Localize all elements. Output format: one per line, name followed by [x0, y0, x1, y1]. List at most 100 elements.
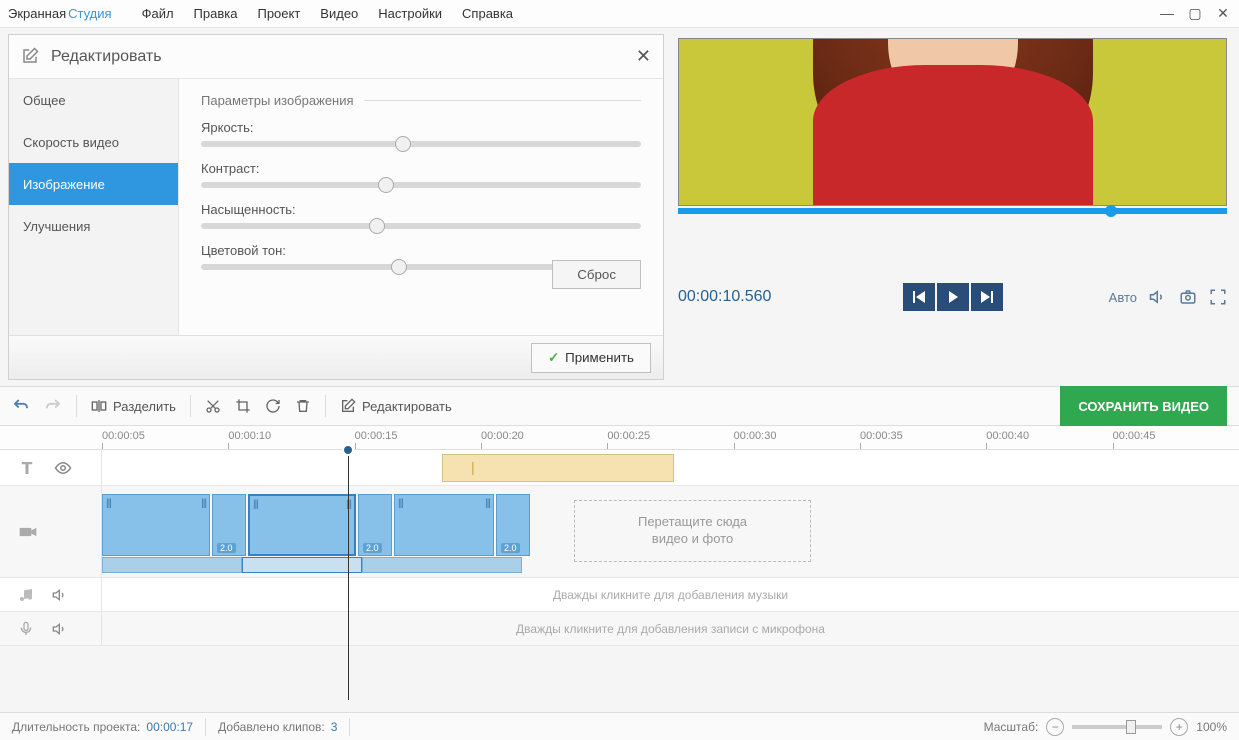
clips-value: 3	[331, 720, 338, 734]
zoom-value: 100%	[1196, 720, 1227, 734]
slider-contrast: Контраст:	[201, 161, 641, 188]
camera-icon[interactable]	[18, 522, 38, 542]
track-text-head	[0, 450, 102, 485]
edit-button[interactable]: Редактировать	[340, 398, 452, 414]
prev-button[interactable]	[903, 283, 935, 311]
cut-button[interactable]	[205, 398, 221, 414]
tab-image[interactable]: Изображение	[9, 163, 178, 205]
ruler-tick: 00:00:05	[102, 430, 145, 442]
clip-handle-r[interactable]: |||	[346, 499, 351, 510]
speaker-icon[interactable]	[52, 621, 68, 637]
track-text-body[interactable]	[102, 450, 1239, 485]
brightness-thumb[interactable]	[395, 136, 411, 152]
zoom-out-button[interactable]: −	[1046, 718, 1064, 736]
audio-under-1[interactable]	[102, 557, 242, 573]
edit-panel-header: Редактировать ✕	[9, 35, 663, 79]
edit-label: Редактировать	[362, 399, 452, 414]
divider	[325, 395, 326, 417]
delete-button[interactable]	[295, 398, 311, 414]
tab-enhance[interactable]: Улучшения	[9, 205, 178, 247]
transition-3[interactable]: 2.0	[496, 494, 530, 556]
track-video-body[interactable]: ||| ||| 2.0 ||| ||| 2.0 ||| ||| 2.0	[102, 486, 1239, 577]
saturation-track[interactable]	[201, 223, 641, 229]
zoom-slider[interactable]	[1072, 725, 1162, 729]
zoom-thumb[interactable]	[1126, 720, 1136, 734]
edit-icon	[21, 47, 41, 67]
next-button[interactable]	[971, 283, 1003, 311]
save-video-button[interactable]: СОХРАНИТЬ ВИДЕО	[1060, 386, 1227, 426]
menu-video[interactable]: Видео	[320, 6, 358, 21]
minimize-icon[interactable]: —	[1159, 5, 1175, 22]
rotate-button[interactable]	[265, 398, 281, 414]
hue-thumb[interactable]	[391, 259, 407, 275]
track-video-head	[0, 486, 102, 577]
music-icon[interactable]	[18, 587, 34, 603]
reset-button[interactable]: Сброс	[552, 260, 641, 289]
volume-icon[interactable]	[1149, 288, 1167, 306]
menu-help[interactable]: Справка	[462, 6, 513, 21]
clip-handle-l[interactable]: |||	[253, 499, 258, 510]
split-button[interactable]: Разделить	[91, 398, 176, 414]
ruler-tick: 00:00:20	[481, 430, 524, 442]
tab-general[interactable]: Общее	[9, 79, 178, 121]
audio-under-2[interactable]	[242, 557, 362, 573]
fullscreen-icon[interactable]	[1209, 288, 1227, 306]
clip-handle-l[interactable]: |||	[398, 498, 403, 509]
text-clip[interactable]	[442, 454, 674, 482]
snapshot-icon[interactable]	[1179, 288, 1197, 306]
saturation-label: Насыщенность:	[201, 202, 641, 217]
zoom-in-button[interactable]: +	[1170, 718, 1188, 736]
video-clip-2[interactable]: ||| |||	[248, 494, 356, 556]
image-params-title: Параметры изображения	[201, 93, 641, 108]
speaker-icon[interactable]	[52, 587, 68, 603]
brightness-track[interactable]	[201, 141, 641, 147]
maximize-icon[interactable]: ▢	[1187, 5, 1203, 22]
menu-file[interactable]: Файл	[142, 6, 174, 21]
menu-edit[interactable]: Правка	[194, 6, 238, 21]
menu-settings[interactable]: Настройки	[378, 6, 442, 21]
clip-handle-r[interactable]: |||	[485, 498, 490, 509]
menu-project[interactable]: Проект	[257, 6, 300, 21]
contrast-track[interactable]	[201, 182, 641, 188]
audio-under-3[interactable]	[362, 557, 522, 573]
divider	[190, 395, 191, 417]
clip-handle-r[interactable]: |||	[201, 498, 206, 509]
crop-button[interactable]	[235, 398, 251, 414]
edit-panel-title: Редактировать	[51, 48, 162, 66]
transition-2[interactable]: 2.0	[358, 494, 392, 556]
mic-icon[interactable]	[18, 621, 34, 637]
redo-button[interactable]	[44, 397, 62, 415]
saturation-thumb[interactable]	[369, 218, 385, 234]
preview-frame[interactable]	[678, 38, 1227, 206]
track-music-body[interactable]: Дважды кликните для добавления музыки	[102, 578, 1239, 611]
ruler-tick: 00:00:30	[734, 430, 777, 442]
undo-button[interactable]	[12, 397, 30, 415]
timeline-ruler[interactable]: 00:00:05 00:00:10 00:00:15 00:00:20 00:0…	[0, 426, 1239, 450]
auto-label[interactable]: Авто	[1109, 290, 1137, 305]
apply-button[interactable]: ✓ Применить	[531, 343, 651, 373]
eye-icon[interactable]	[54, 459, 72, 477]
text-icon[interactable]	[18, 459, 36, 477]
video-clip-1[interactable]: ||| |||	[102, 494, 210, 556]
transition-1[interactable]: 2.0	[212, 494, 246, 556]
toolbar: Разделить Редактировать СОХРАНИТЬ ВИДЕО	[0, 386, 1239, 426]
play-controls	[903, 283, 1003, 311]
check-icon: ✓	[548, 350, 559, 366]
clip-handle-l[interactable]: |||	[106, 498, 111, 509]
zoom-group: Масштаб: − + 100%	[984, 718, 1227, 736]
mic-placeholder: Дважды кликните для добавления записи с …	[102, 622, 1239, 636]
play-button[interactable]	[937, 283, 969, 311]
duration-label: Длительность проекта:	[12, 720, 140, 734]
zoom-label: Масштаб:	[984, 720, 1039, 734]
slider-saturation: Насыщенность:	[201, 202, 641, 229]
contrast-thumb[interactable]	[378, 177, 394, 193]
edit-panel-close-icon[interactable]: ✕	[636, 46, 651, 67]
preview-person	[773, 38, 1133, 205]
statusbar: Длительность проекта: 00:00:17 Добавлено…	[0, 712, 1239, 740]
drop-hint[interactable]: Перетащите сюда видео и фото	[574, 500, 811, 562]
tab-speed[interactable]: Скорость видео	[9, 121, 178, 163]
close-icon[interactable]: ✕	[1215, 5, 1231, 22]
video-clip-3[interactable]: ||| |||	[394, 494, 494, 556]
track-mic-body[interactable]: Дважды кликните для добавления записи с …	[102, 612, 1239, 645]
menubar: Файл Правка Проект Видео Настройки Справ…	[142, 6, 513, 21]
